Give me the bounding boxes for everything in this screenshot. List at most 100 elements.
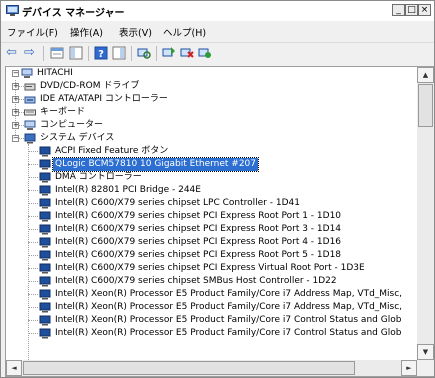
help-icon[interactable]: ?	[94, 46, 108, 60]
menu-file[interactable]: ファイル(F)	[7, 25, 58, 39]
system-device-icon	[39, 263, 51, 274]
tree-node-system-device-child[interactable]: Intel(R) Xeon(R) Processor E5 Product Fa…	[6, 327, 417, 340]
computer-icon	[21, 68, 33, 78]
tree-node-label: キーボード	[40, 107, 86, 117]
device-manager-app-icon	[6, 5, 19, 16]
tree-node-system-devices[interactable]: − システム デバイス	[6, 132, 411, 145]
title-bar[interactable]: デバイス マネージャー _ □ ×	[1, 1, 434, 21]
device-manager-window: デバイス マネージャー _ □ × ファイル(F) 操作(A) 表示(V) ヘル…	[0, 0, 435, 378]
dvd-drive-icon	[24, 83, 36, 91]
tree-node-label-selected: QLogic BCM57810 10 Gigabit Ethernet #207	[52, 157, 259, 172]
show-hide-console-tree-icon[interactable]	[69, 46, 83, 60]
back-button[interactable]: ⇦	[6, 46, 20, 60]
tree-node-label: Intel(R) C600/X79 series chipset PCI Exp…	[55, 224, 342, 234]
tree-node-label: IDE ATA/ATAPI コントローラー	[40, 94, 168, 104]
collapse-toggle[interactable]: −	[12, 135, 19, 142]
menu-bar: ファイル(F) 操作(A) 表示(V) ヘルプ(H)	[1, 21, 434, 42]
tree-node-label: Intel(R) Xeon(R) Processor E5 Product Fa…	[55, 315, 402, 325]
menu-view[interactable]: 表示(V)	[119, 25, 152, 39]
tree-node-label: Intel(R) Xeon(R) Processor E5 Product Fa…	[55, 289, 403, 299]
system-device-icon	[39, 224, 51, 235]
tree-node-label: HITACHI	[37, 68, 73, 78]
horizontal-scrollbar[interactable]: ◄ ►	[6, 360, 417, 376]
system-device-icon	[39, 302, 51, 313]
scrollbar-corner	[417, 360, 434, 376]
keyboard-icon	[24, 109, 36, 116]
tree-node-system-device-child[interactable]: Intel(R) Xeon(R) Processor E5 Product Fa…	[6, 288, 417, 301]
system-device-icon	[39, 276, 51, 287]
menu-action[interactable]: 操作(A)	[70, 25, 103, 39]
tree-node-label: DMA コントローラー	[55, 172, 142, 182]
system-device-icon	[39, 159, 51, 170]
tree-node-label: コンピューター	[40, 120, 104, 130]
tree-node-keyboard[interactable]: + キーボード	[6, 106, 411, 119]
update-driver-icon[interactable]	[162, 46, 176, 60]
system-device-icon	[39, 315, 51, 326]
device-tree-panel: − HITACHI + DVD/CD-ROM ドライブ + IDE ATA/AT…	[5, 66, 434, 377]
tree-node-label: Intel(R) Xeon(R) Processor E5 Product Fa…	[55, 302, 403, 312]
system-device-icon	[39, 198, 51, 209]
tree-node-label: ACPI Fixed Feature ボタン	[55, 146, 169, 156]
tree-node-system-device-child[interactable]: ACPI Fixed Feature ボタン	[6, 145, 417, 158]
action-pane-icon[interactable]	[112, 46, 126, 60]
window-title: デバイス マネージャー	[22, 8, 125, 19]
toolbar-separator	[131, 46, 132, 61]
system-device-icon	[39, 211, 51, 222]
tree-node-label: Intel(R) C600/X79 series chipset SMBus H…	[55, 276, 337, 286]
tree-node-system-device-child[interactable]: Intel(R) C600/X79 series chipset PCI Exp…	[6, 223, 417, 236]
vertical-scrollbar[interactable]: ▲ ▼	[417, 67, 434, 360]
tree-node-label: Intel(R) C600/X79 series chipset PCI Exp…	[55, 250, 342, 260]
scan-hardware-icon[interactable]	[137, 46, 151, 60]
horizontal-scroll-thumb[interactable]	[23, 361, 355, 375]
menu-help[interactable]: ヘルプ(H)	[163, 25, 206, 39]
system-device-icon	[39, 328, 51, 339]
toolbar: ⇦ ⇨ ?	[1, 42, 434, 65]
tree-node-label: Intel(R) Xeon(R) Processor E5 Product Fa…	[55, 328, 402, 338]
vertical-scroll-thumb[interactable]	[418, 84, 433, 127]
forward-button[interactable]: ⇨	[24, 46, 38, 60]
maximize-button[interactable]: □	[405, 4, 418, 16]
device-tree[interactable]: − HITACHI + DVD/CD-ROM ドライブ + IDE ATA/AT…	[6, 67, 417, 360]
tree-node-system-device-child[interactable]: Intel(R) Xeon(R) Processor E5 Product Fa…	[6, 314, 417, 327]
scroll-right-button[interactable]: ►	[401, 360, 417, 376]
scroll-up-button[interactable]: ▲	[417, 67, 434, 83]
tree-node-system-device-child[interactable]: QLogic BCM57810 10 Gigabit Ethernet #207	[6, 157, 417, 172]
collapse-toggle[interactable]: −	[12, 70, 19, 77]
tree-node-system-device-child[interactable]: DMA コントローラー	[6, 171, 417, 184]
system-device-icon	[39, 172, 51, 183]
expand-toggle[interactable]: +	[12, 83, 19, 90]
toolbar-separator	[88, 46, 89, 61]
tree-node-system-device-child[interactable]: Intel(R) 82801 PCI Bridge - 244E	[6, 184, 417, 197]
system-device-icon	[39, 250, 51, 261]
tree-node-system-device-child[interactable]: Intel(R) C600/X79 series chipset SMBus H…	[6, 275, 417, 288]
close-button[interactable]: ×	[418, 4, 431, 16]
scroll-down-button[interactable]: ▼	[417, 344, 434, 360]
tree-node-ide[interactable]: + IDE ATA/ATAPI コントローラー	[6, 93, 411, 106]
tree-node-label: Intel(R) 82801 PCI Bridge - 244E	[55, 185, 201, 195]
minimize-button[interactable]: _	[392, 4, 405, 16]
tree-node-system-device-child[interactable]: Intel(R) C600/X79 series chipset PCI Exp…	[6, 210, 417, 223]
tree-node-system-device-child[interactable]: Intel(R) C600/X79 series chipset PCI Exp…	[6, 262, 417, 275]
expand-toggle[interactable]: +	[12, 109, 19, 116]
enable-device-icon[interactable]	[198, 46, 212, 60]
svg-text:?: ?	[98, 49, 104, 60]
tree-node-system-device-child[interactable]: Intel(R) Xeon(R) Processor E5 Product Fa…	[6, 301, 417, 314]
system-device-icon	[39, 289, 51, 300]
properties-icon[interactable]	[50, 46, 64, 60]
uninstall-device-icon[interactable]	[180, 46, 194, 60]
tree-node-system-device-child[interactable]: Intel(R) C600/X79 series chipset PCI Exp…	[6, 249, 417, 262]
scroll-left-button[interactable]: ◄	[6, 360, 22, 376]
tree-node-root[interactable]: − HITACHI	[6, 67, 411, 80]
tree-node-system-device-child[interactable]: Intel(R) C600/X79 series chipset LPC Con…	[6, 197, 417, 210]
system-device-icon	[24, 133, 36, 144]
tree-node-label: Intel(R) C600/X79 series chipset LPC Con…	[55, 198, 300, 208]
expand-toggle[interactable]: +	[12, 96, 19, 103]
expand-toggle[interactable]: +	[12, 122, 19, 129]
tree-node-dvd[interactable]: + DVD/CD-ROM ドライブ	[6, 80, 411, 93]
system-device-icon	[39, 146, 51, 157]
tree-node-label: Intel(R) C600/X79 series chipset PCI Exp…	[55, 263, 365, 273]
tree-node-computer[interactable]: + コンピューター	[6, 119, 411, 132]
system-device-icon	[39, 237, 51, 248]
toolbar-separator	[43, 46, 44, 61]
tree-node-system-device-child[interactable]: Intel(R) C600/X79 series chipset PCI Exp…	[6, 236, 417, 249]
